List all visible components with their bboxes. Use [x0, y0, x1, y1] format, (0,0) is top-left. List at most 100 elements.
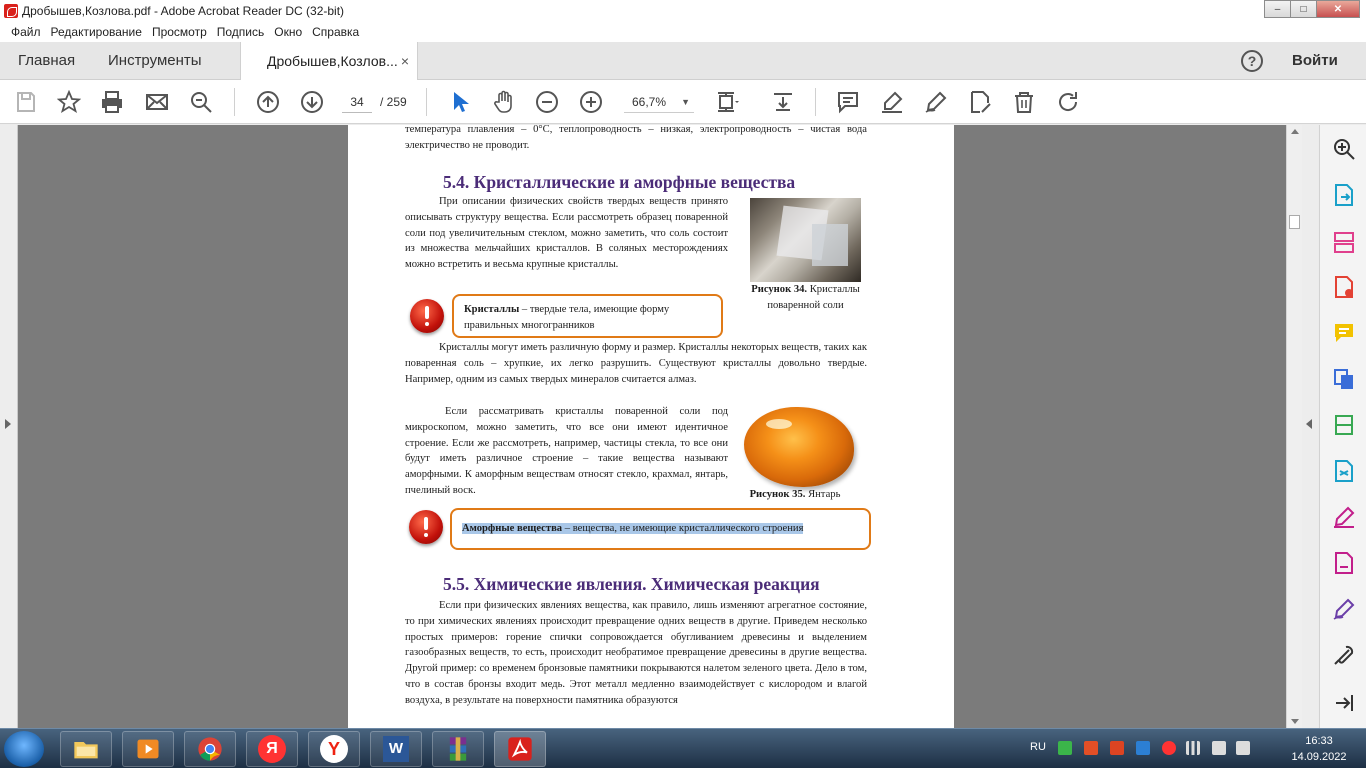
scroll-up-icon[interactable]: [1291, 129, 1299, 134]
protect-icon[interactable]: [1332, 551, 1356, 575]
page-number-input[interactable]: [342, 91, 372, 113]
taskbar-chrome[interactable]: [184, 731, 236, 767]
organize-pages-icon[interactable]: [1332, 230, 1356, 254]
email-icon[interactable]: [145, 90, 169, 114]
chevron-down-icon: ▼: [681, 97, 690, 107]
taskbar-winrar[interactable]: [432, 731, 484, 767]
delete-icon[interactable]: [1012, 90, 1036, 114]
system-tray: [1058, 741, 1258, 759]
left-panel-toggle[interactable]: [0, 125, 18, 728]
send-review-icon[interactable]: [1332, 459, 1356, 483]
tab-document-label: Дробышев,Козлов...: [267, 53, 398, 69]
tray-volume-icon[interactable]: [1212, 741, 1226, 755]
tray-battery-icon[interactable]: [1236, 741, 1250, 755]
selected-text[interactable]: Аморфные вещества – вещества, не имеющие…: [462, 523, 804, 534]
figure-amber: [744, 407, 854, 487]
fill-sign-icon[interactable]: [968, 90, 992, 114]
zoom-level-select[interactable]: 66,7% ▼: [624, 91, 694, 113]
tray-network-warning-icon[interactable]: [1110, 741, 1124, 755]
toolbar-separator: [815, 88, 816, 116]
start-button[interactable]: [4, 731, 44, 767]
section-heading-5-5: 5.5. Химические явления. Химическая реак…: [443, 574, 820, 594]
language-indicator[interactable]: RU: [1030, 741, 1046, 753]
taskbar-acrobat[interactable]: [494, 731, 546, 767]
scrollbar-thumb[interactable]: [1289, 215, 1300, 229]
chevron-left-icon: [1306, 419, 1312, 429]
comment-icon[interactable]: [836, 90, 860, 114]
sign-icon[interactable]: [924, 90, 948, 114]
paragraph-crystals-intro: При описании физических свойств твердых …: [405, 196, 728, 271]
tab-document[interactable]: Дробышев,Козлов... ×: [240, 42, 418, 81]
page-up-icon[interactable]: [256, 90, 280, 114]
callout-crystals-definition: Кристаллы – твердые тела, имеющие форму …: [452, 294, 723, 338]
create-pdf-icon[interactable]: [1332, 275, 1356, 299]
zoom-in-icon[interactable]: [579, 90, 603, 114]
tab-tools[interactable]: Инструменты: [108, 42, 202, 80]
menu-edit[interactable]: Редактирование: [46, 25, 147, 39]
rotate-icon[interactable]: [1056, 90, 1080, 114]
close-button[interactable]: ✕: [1316, 0, 1360, 18]
help-icon[interactable]: ?: [1241, 50, 1263, 72]
compress-icon[interactable]: [1332, 413, 1356, 437]
window-controls: – □ ✕: [1264, 0, 1360, 18]
acrobat-app-icon: [4, 4, 18, 18]
right-panel-toggle[interactable]: [1302, 125, 1318, 728]
taskbar-yandex[interactable]: Y: [308, 731, 360, 767]
menu-file[interactable]: Файл: [6, 25, 46, 39]
page-fit-icon[interactable]: [715, 90, 739, 114]
search-zoom-icon[interactable]: [189, 90, 213, 114]
clock[interactable]: 16:33 14.09.2022: [1286, 733, 1352, 765]
print-icon[interactable]: [100, 90, 124, 114]
highlight-icon[interactable]: [880, 90, 904, 114]
scroll-down-icon[interactable]: [1291, 719, 1299, 724]
minimize-button[interactable]: –: [1264, 0, 1291, 18]
tray-yandex-icon[interactable]: [1162, 741, 1176, 755]
combine-files-icon[interactable]: [1332, 367, 1356, 391]
hand-icon[interactable]: [492, 90, 516, 114]
taskbar-explorer[interactable]: [60, 731, 112, 767]
collapse-panel-icon[interactable]: [1332, 691, 1356, 715]
export-pdf-icon[interactable]: [1332, 183, 1356, 207]
select-cursor-icon[interactable]: [448, 90, 472, 114]
tray-bluetooth-icon[interactable]: [1136, 741, 1150, 755]
menu-sign[interactable]: Подпись: [212, 25, 270, 39]
pdf-page[interactable]: температура плавления – 0°С, теплопровод…: [348, 125, 954, 728]
bookmark-star-icon[interactable]: [56, 89, 82, 114]
page-text-top: температура плавления – 0°С, теплопровод…: [405, 125, 867, 151]
fill-sign-tool-icon[interactable]: [1332, 505, 1356, 529]
taskbar-media-player[interactable]: [122, 731, 174, 767]
figure-34-caption: Рисунок 34. Кристаллы поваренной соли: [740, 282, 871, 314]
more-tools-icon[interactable]: [1332, 643, 1356, 667]
taskbar-yandex-browser[interactable]: Я: [246, 731, 298, 767]
document-viewer[interactable]: температура плавления – 0°С, теплопровод…: [0, 125, 1318, 728]
figure-34-label: Рисунок 34.: [751, 284, 808, 295]
media-player-icon: [137, 739, 159, 759]
page-down-icon[interactable]: [300, 90, 324, 114]
vertical-scrollbar[interactable]: [1286, 125, 1302, 728]
taskbar: Я Y W RU 16:33 14.09.2022: [0, 728, 1366, 768]
tray-signal-icon[interactable]: [1186, 741, 1200, 755]
yandex-icon: Y: [320, 735, 348, 763]
paragraph-chemical-phenomena: Если при физических явлениях вещества, к…: [405, 600, 867, 706]
tab-close-icon[interactable]: ×: [401, 42, 409, 80]
zoom-out-icon[interactable]: [535, 90, 559, 114]
menu-window[interactable]: Окно: [269, 25, 307, 39]
tab-home[interactable]: Главная: [18, 42, 75, 80]
enhance-scan-icon[interactable]: [1332, 137, 1356, 161]
clock-time: 16:33: [1305, 735, 1333, 747]
tray-check-icon[interactable]: [1058, 741, 1072, 755]
callout-amorphous-text: – вещества, не имеющие кристаллического …: [562, 523, 804, 534]
menu-help[interactable]: Справка: [307, 25, 364, 39]
sign-tool-icon[interactable]: [1332, 597, 1356, 621]
maximize-button[interactable]: □: [1290, 0, 1317, 18]
tray-update-icon[interactable]: [1084, 741, 1098, 755]
callout-amorphous-term: Аморфные вещества: [462, 523, 563, 534]
menu-bar: Файл Редактирование Просмотр Подпись Окн…: [0, 22, 1366, 42]
comment-tool-icon[interactable]: [1332, 321, 1356, 345]
menu-view[interactable]: Просмотр: [147, 25, 212, 39]
scroll-mode-icon[interactable]: [771, 90, 795, 114]
save-icon[interactable]: [14, 90, 38, 114]
figure-35-label: Рисунок 35.: [749, 489, 806, 500]
taskbar-word[interactable]: W: [370, 731, 422, 767]
sign-in-button[interactable]: Войти: [1292, 42, 1338, 80]
